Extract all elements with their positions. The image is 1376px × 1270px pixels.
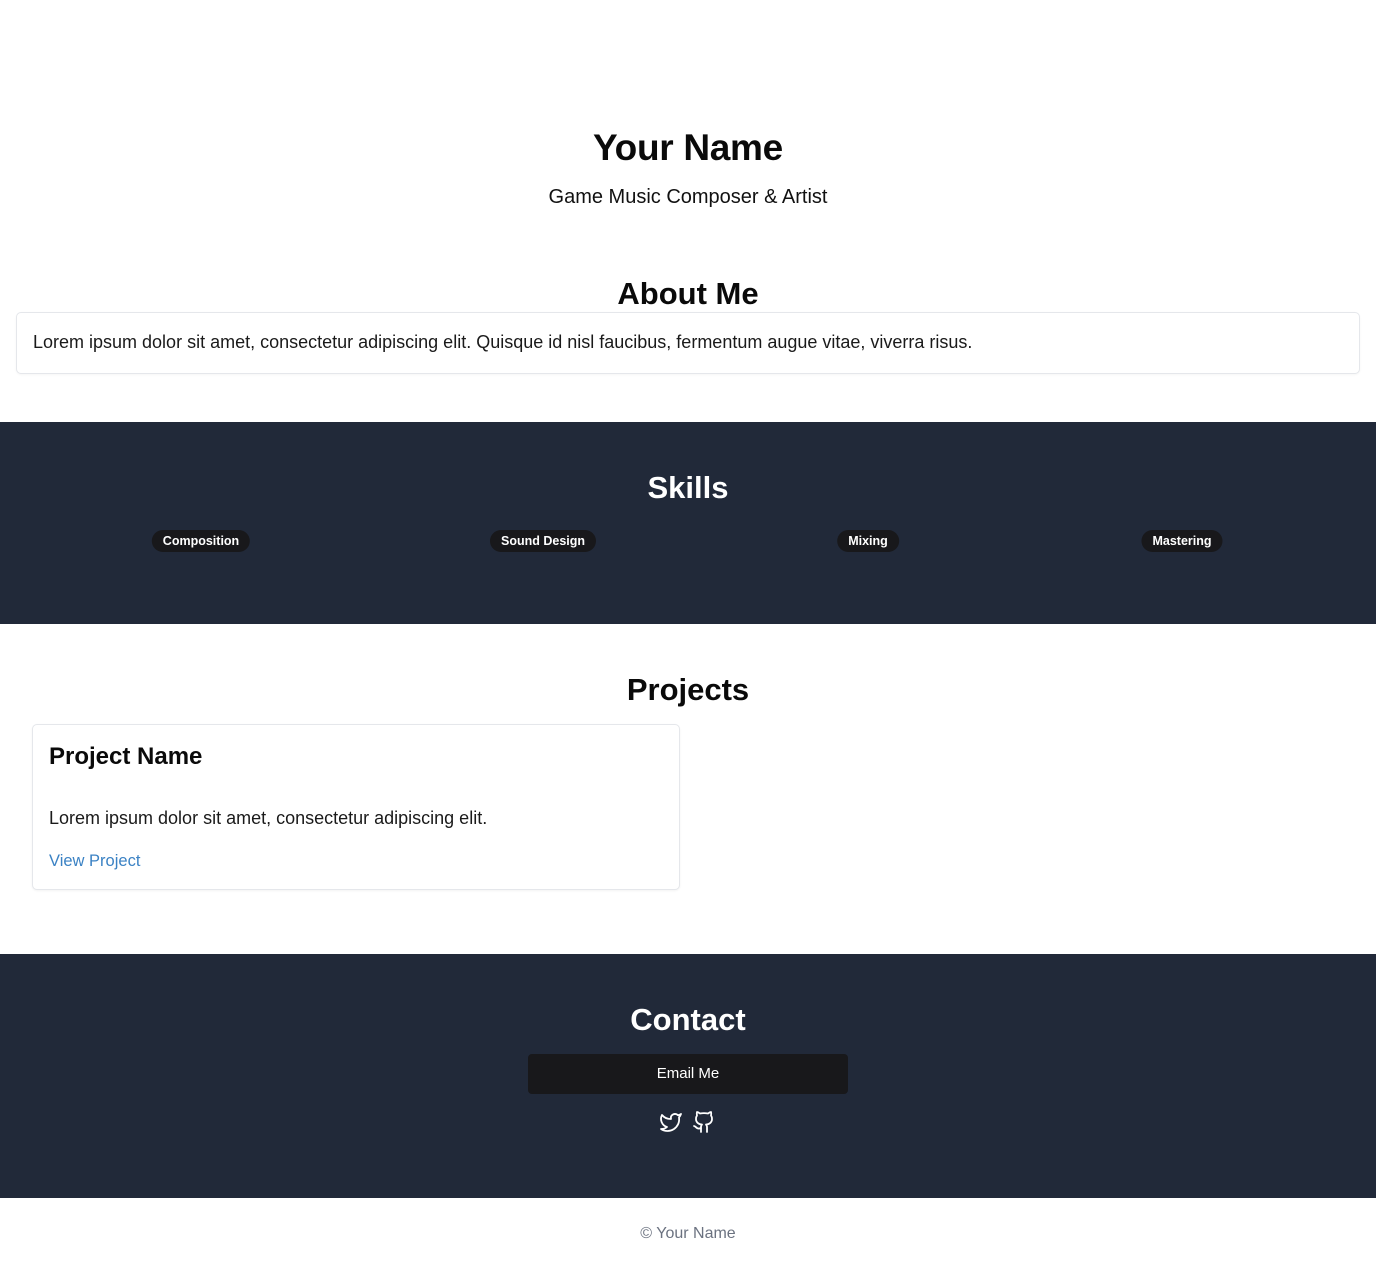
skill-badge-composition: Composition — [151, 530, 251, 552]
skill-badge-mixing: Mixing — [837, 530, 899, 552]
about-title: About Me — [617, 276, 759, 311]
footer: © Your Name — [0, 1198, 1376, 1270]
hero-name: Your Name — [593, 127, 783, 168]
view-project-link[interactable]: View Project — [49, 852, 140, 871]
project-name: Project Name — [49, 743, 203, 770]
footer-copyright: © Your Name — [640, 1225, 736, 1242]
hero-subtitle: Game Music Composer & Artist — [548, 186, 828, 208]
email-me-button[interactable]: Email Me — [528, 1054, 848, 1094]
hero-section: Your Name Game Music Composer & Artist A… — [0, 0, 1376, 422]
project-card: Project Name Lorem ipsum dolor sit amet,… — [32, 724, 680, 890]
skills-title: Skills — [647, 470, 729, 505]
skill-badge-mastering: Mastering — [1141, 530, 1223, 552]
projects-title: Projects — [626, 672, 750, 707]
skills-section: Skills Composition Sound Design Mixing M… — [0, 422, 1376, 624]
about-text: Lorem ipsum dolor sit amet, consectetur … — [33, 332, 973, 352]
skill-badge-sound-design: Sound Design — [489, 530, 597, 552]
github-icon[interactable] — [692, 1110, 716, 1134]
about-card: Lorem ipsum dolor sit amet, consectetur … — [16, 312, 1360, 374]
twitter-icon[interactable] — [659, 1110, 683, 1134]
contact-title: Contact — [630, 1002, 746, 1037]
contact-section: Contact Email Me — [0, 954, 1376, 1198]
project-description: Lorem ipsum dolor sit amet, consectetur … — [49, 808, 488, 828]
